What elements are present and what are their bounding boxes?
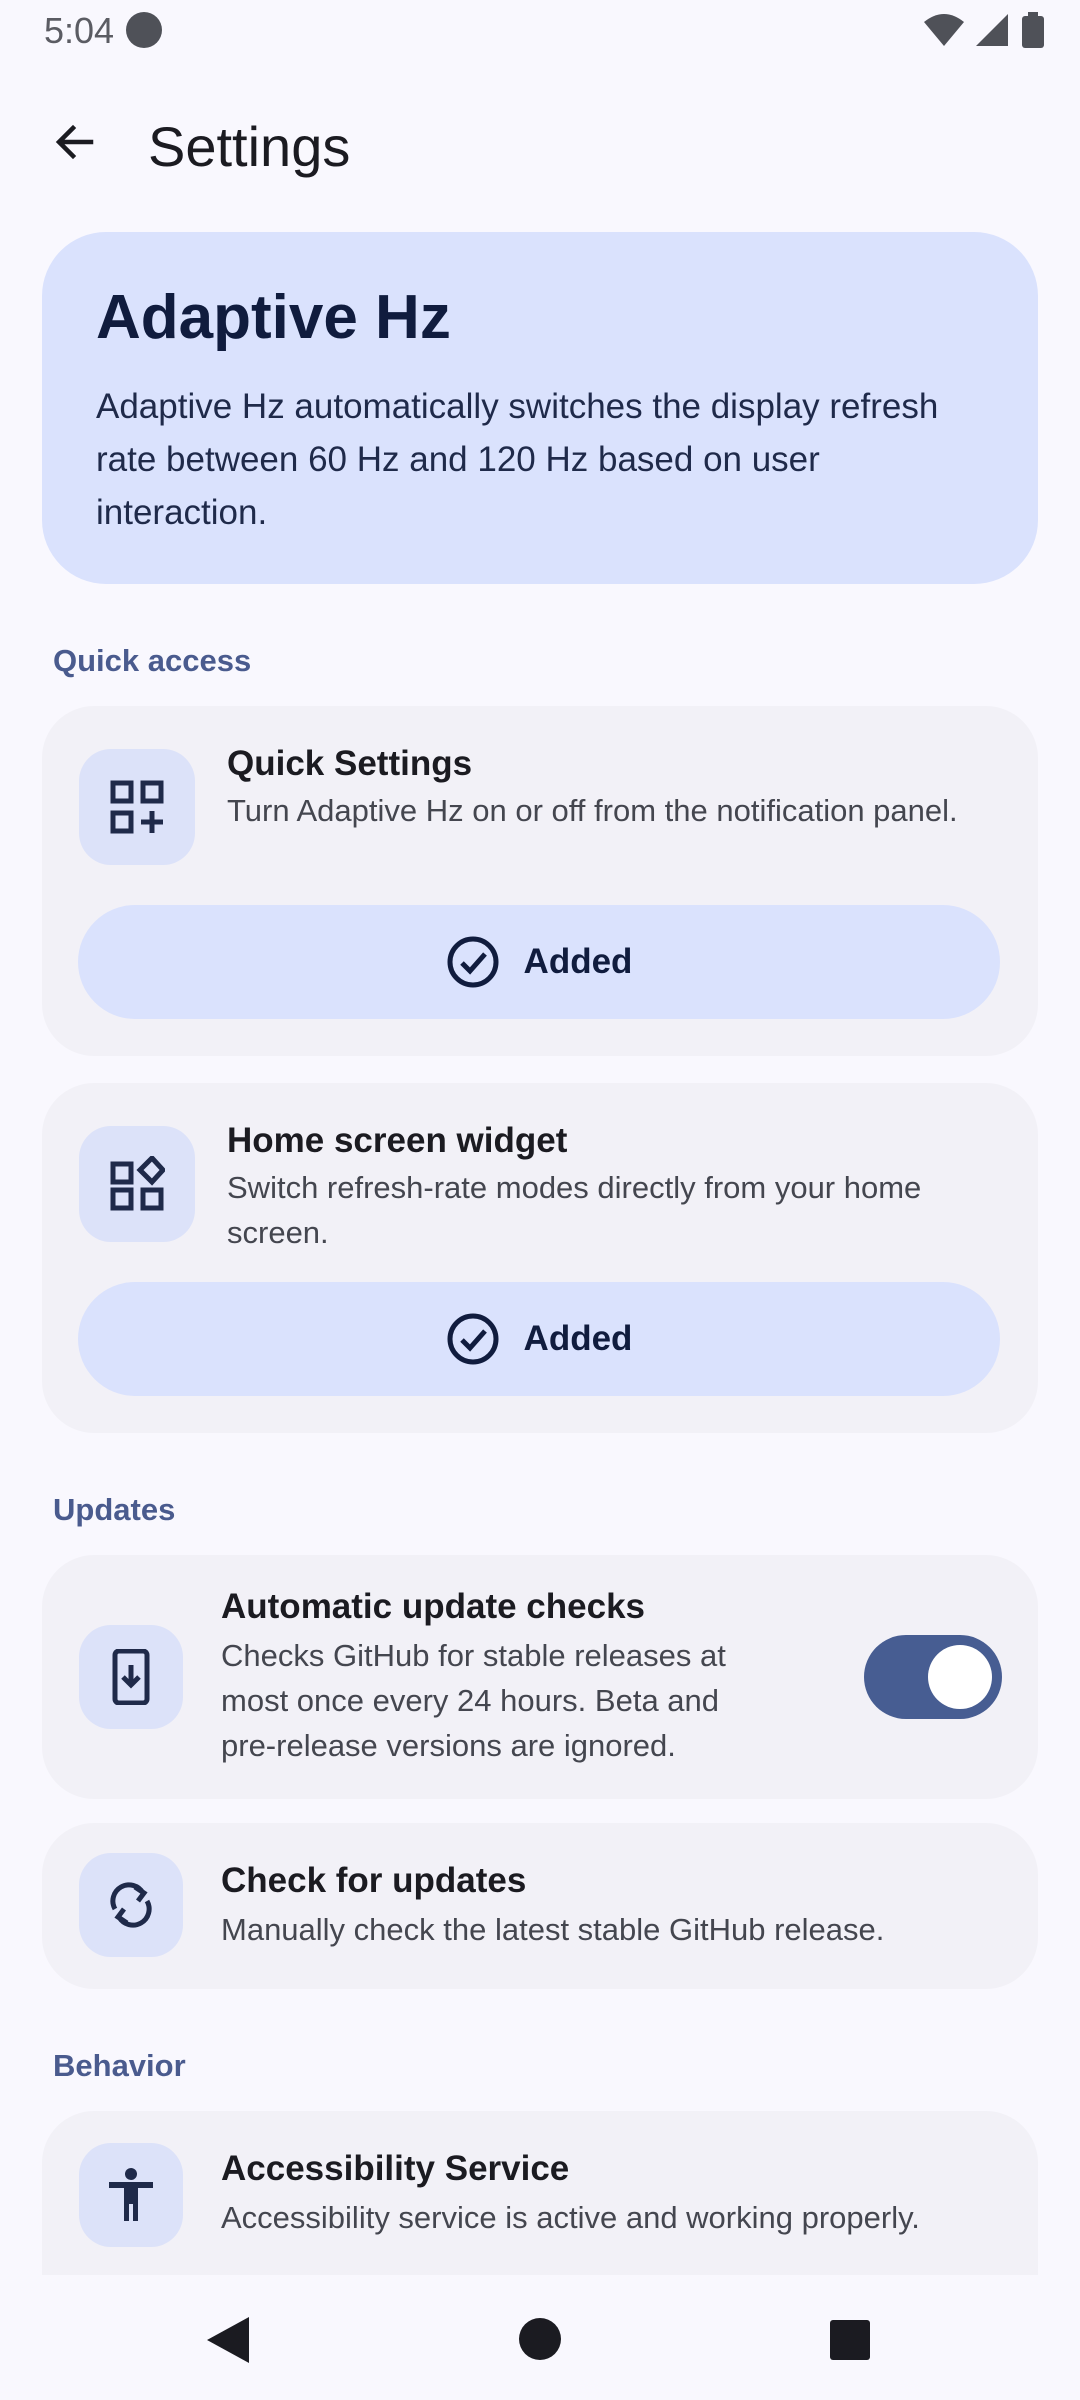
accessibility-description: Accessibility service is active and work…: [221, 2200, 920, 2235]
check-updates-description: Manually check the latest stable GitHub …: [221, 1912, 885, 1947]
check-updates-card[interactable]: Check for updates Manually check the lat…: [42, 1823, 1038, 1989]
grid-add-icon: [110, 780, 164, 834]
check-updates-icon-tile: [79, 1853, 183, 1957]
check-updates-title: Check for updates: [221, 1861, 527, 1900]
phone-download-icon: [112, 1649, 150, 1705]
quick-settings-added-label: Added: [523, 942, 633, 981]
auto-update-title: Automatic update checks: [221, 1587, 645, 1626]
quick-settings-icon-tile: [79, 749, 195, 865]
quick-settings-added-button[interactable]: Added: [78, 905, 1000, 1019]
toggle-knob: [928, 1645, 992, 1709]
widget-card: Home screen widget Switch refresh-rate m…: [42, 1083, 1038, 1433]
status-icons: [924, 12, 1044, 48]
quick-settings-description: Turn Adaptive Hz on or off from the noti…: [227, 793, 958, 828]
back-button[interactable]: [40, 107, 110, 177]
accessibility-icon-tile: [79, 2143, 183, 2247]
auto-update-toggle[interactable]: [864, 1635, 1002, 1719]
section-label-updates: Updates: [53, 1492, 176, 1527]
signal-icon: [976, 14, 1008, 46]
notification-dot-icon: [126, 12, 162, 48]
accessibility-icon: [109, 2168, 153, 2221]
widget-description: Switch refresh-rate modes directly from …: [227, 1170, 922, 1250]
system-nav-bar: [0, 2275, 1080, 2400]
nav-back-icon[interactable]: [205, 2315, 251, 2365]
status-time: 5:04: [44, 10, 115, 51]
widget-title: Home screen widget: [227, 1121, 568, 1160]
page-title: Settings: [148, 115, 351, 178]
battery-icon: [1022, 12, 1044, 48]
auto-update-icon-tile: [79, 1625, 183, 1729]
hero-title: Adaptive Hz: [96, 283, 451, 352]
check-circle-icon: [447, 1313, 499, 1365]
hero-card: Adaptive Hz Adaptive Hz automatically sw…: [42, 232, 1038, 584]
widget-icon-tile: [79, 1126, 195, 1242]
hero-description: Adaptive Hz automatically switches the d…: [96, 387, 939, 532]
auto-update-description: Checks GitHub for stable releases at mos…: [221, 1638, 726, 1763]
accessibility-title: Accessibility Service: [221, 2149, 570, 2188]
auto-update-card[interactable]: Automatic update checks Checks GitHub fo…: [42, 1555, 1038, 1799]
widgets-icon: [110, 1156, 165, 1211]
widget-added-label: Added: [523, 1319, 633, 1358]
quick-settings-title: Quick Settings: [227, 744, 473, 783]
quick-settings-card: Quick Settings Turn Adaptive Hz on or of…: [42, 706, 1038, 1056]
check-circle-icon: [447, 936, 499, 988]
wifi-icon: [924, 14, 964, 46]
sync-icon: [110, 1882, 152, 1928]
section-label-quick-access: Quick access: [53, 643, 252, 678]
accessibility-card[interactable]: Accessibility Service Accessibility serv…: [42, 2111, 1038, 2275]
nav-home-icon[interactable]: [518, 2317, 562, 2361]
section-label-behavior: Behavior: [53, 2048, 186, 2083]
arrow-back-icon: [55, 124, 94, 160]
widget-added-button[interactable]: Added: [78, 1282, 1000, 1396]
nav-recents-icon[interactable]: [829, 2319, 871, 2361]
